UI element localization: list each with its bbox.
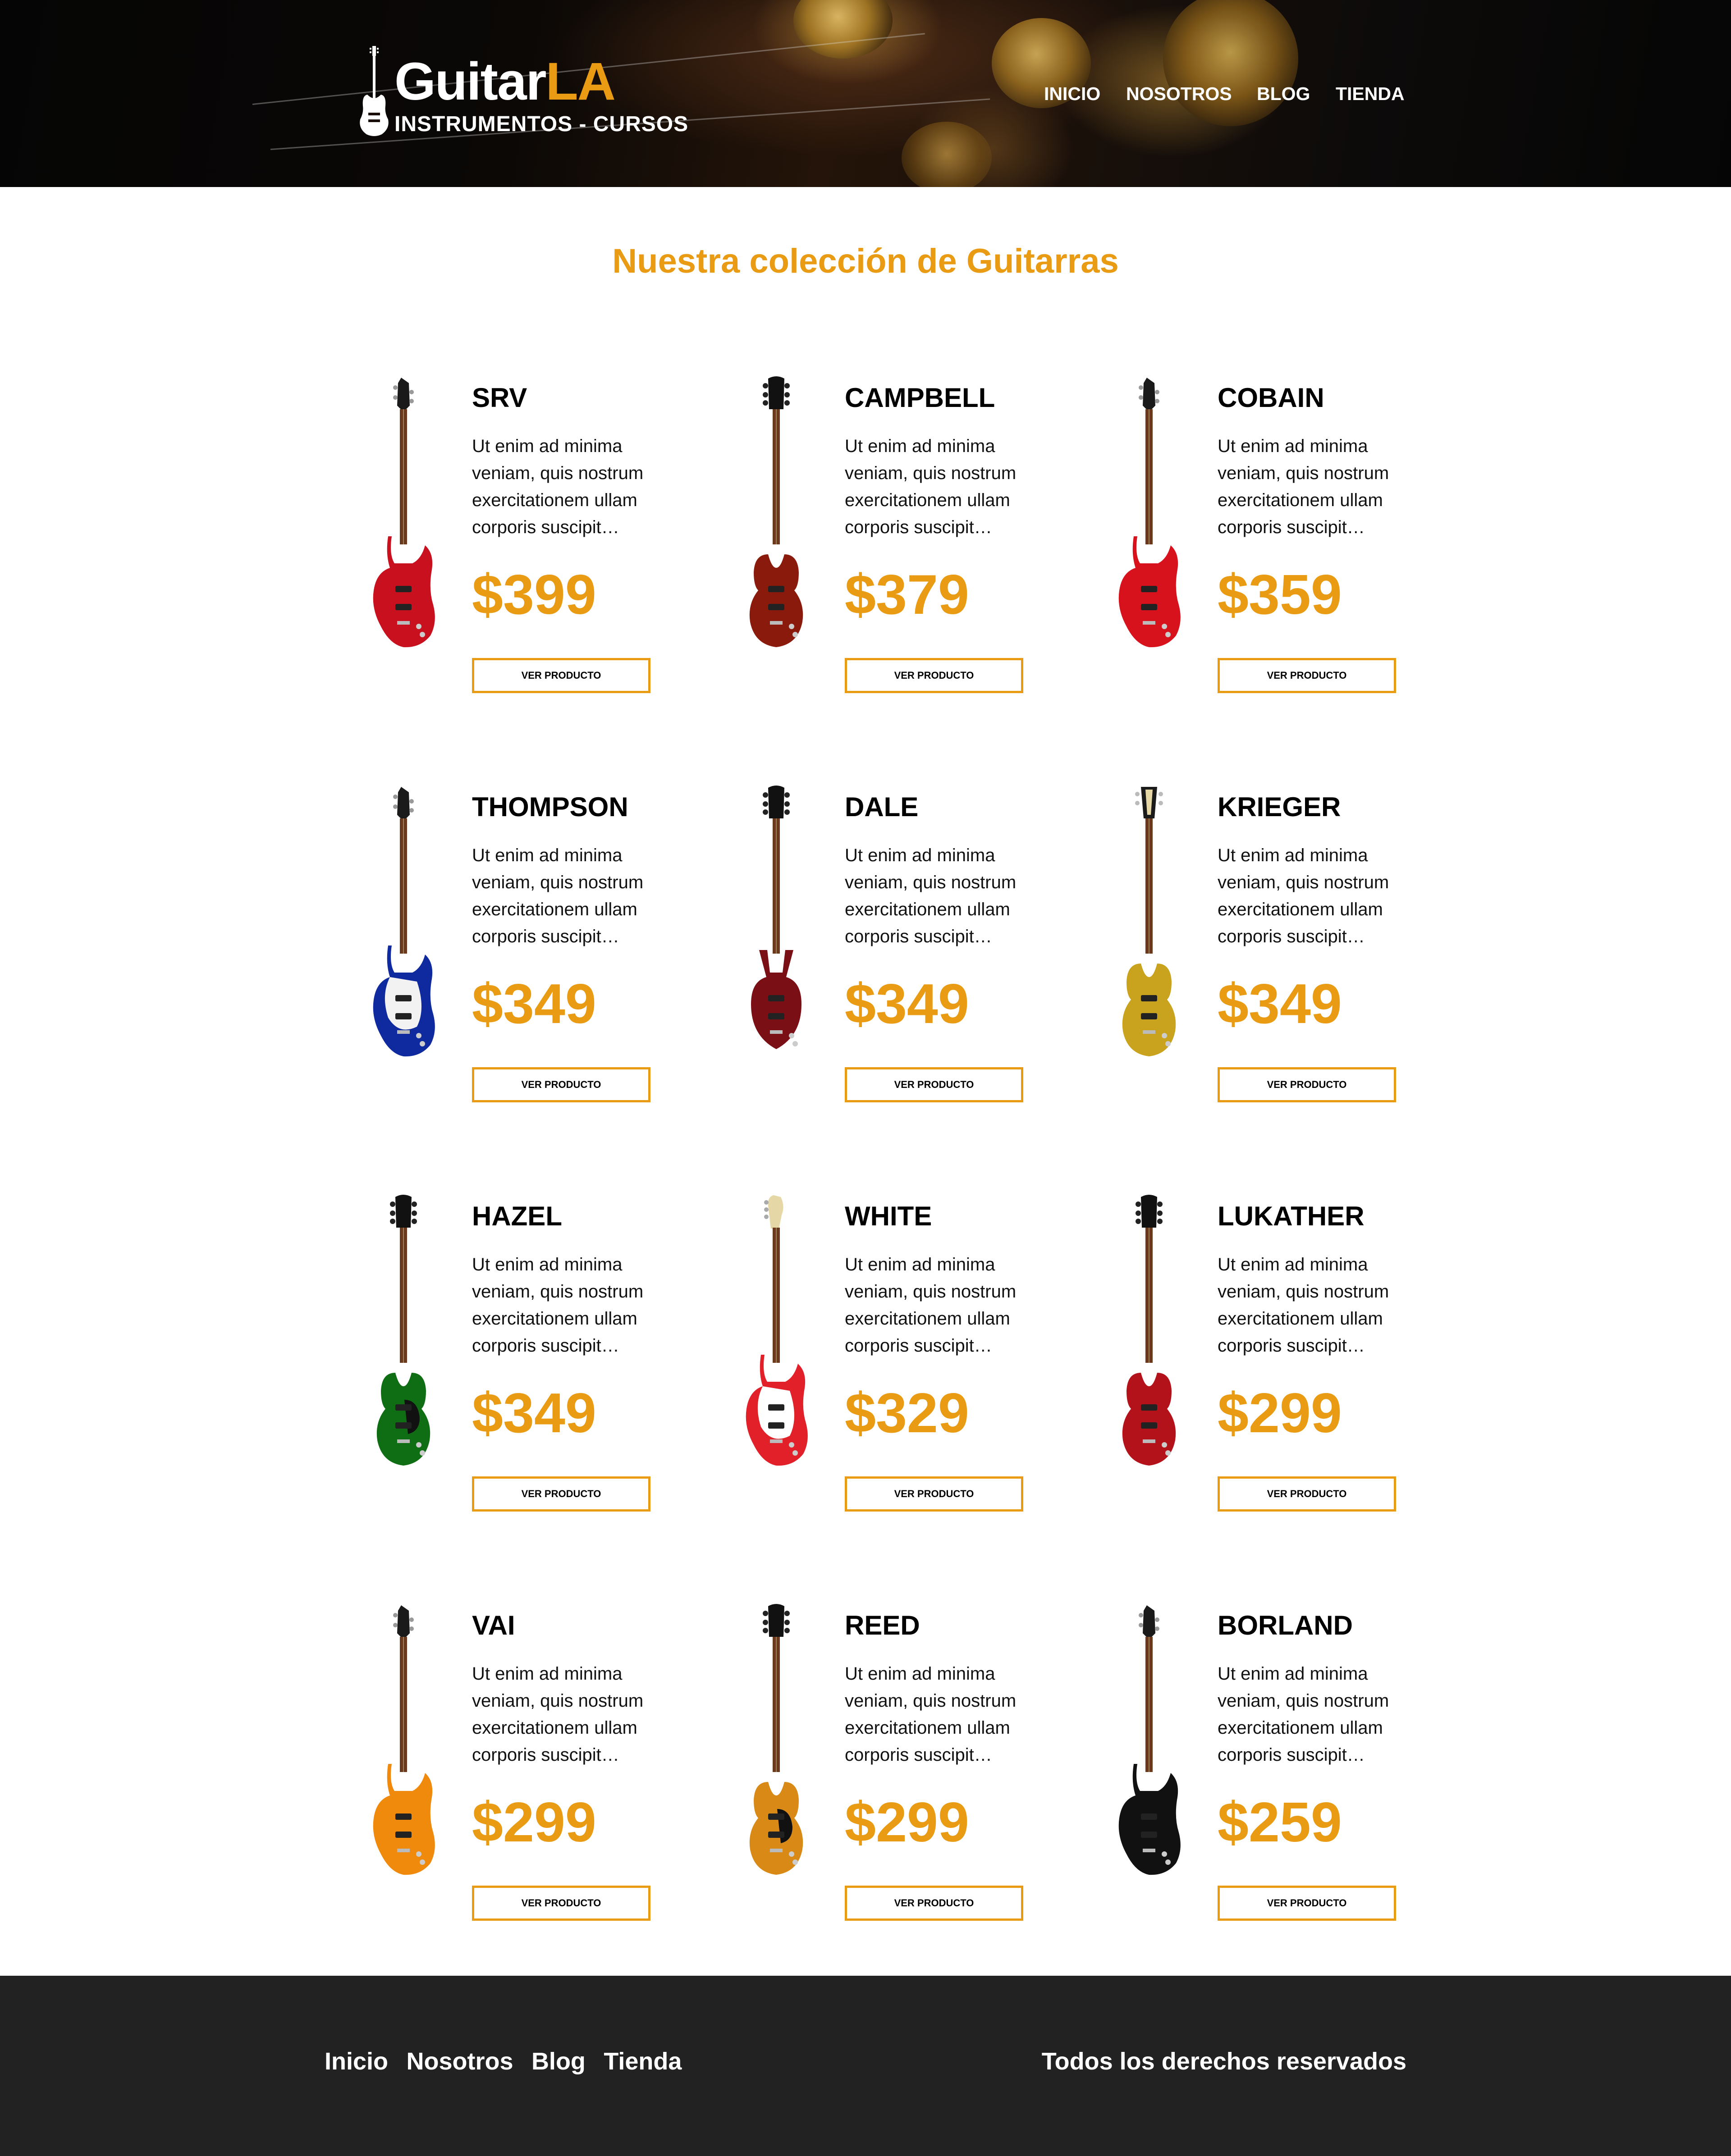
guitar-name: COBAIN <box>1218 383 1324 413</box>
view-product-button[interactable]: VER PRODUCTO <box>472 1886 650 1921</box>
guitar-name: KRIEGER <box>1218 792 1341 822</box>
guitar-name: LUKATHER <box>1218 1201 1365 1231</box>
guitar-price: $349 <box>845 973 969 1035</box>
view-product-button[interactable]: VER PRODUCTO <box>845 1476 1023 1512</box>
footer-link-nosotros[interactable]: Nosotros <box>406 2048 513 2075</box>
guitar-price: $259 <box>1218 1791 1342 1854</box>
guitar-image[interactable] <box>718 374 835 662</box>
copyright-text: Todos los derechos reservados <box>1041 2048 1406 2075</box>
view-product-button[interactable]: VER PRODUCTO <box>472 1067 650 1102</box>
guitar-description: Ut enim ad minima veniam, quis nostrum e… <box>472 845 644 946</box>
guitar-price: $379 <box>845 564 969 626</box>
guitar-card: WHITE Ut enim ad minima veniam, quis nost… <box>718 1192 1087 1535</box>
guitar-grid: SRV Ut enim ad minima veniam, quis nostru… <box>0 0 1731 1976</box>
footer-link-blog[interactable]: Blog <box>531 2048 586 2075</box>
guitar-image[interactable] <box>1090 783 1208 1072</box>
guitar-card: KRIEGER Ut enim ad minima veniam, quis no… <box>1090 783 1460 1126</box>
view-product-button[interactable]: VER PRODUCTO <box>1218 658 1396 693</box>
guitar-name: WHITE <box>845 1201 932 1231</box>
view-product-button[interactable]: VER PRODUCTO <box>1218 1886 1396 1921</box>
guitar-price: $349 <box>472 1382 596 1444</box>
guitar-name: DALE <box>845 792 919 822</box>
guitar-price: $329 <box>845 1382 969 1444</box>
guitar-description: Ut enim ad minima veniam, quis nostrum e… <box>1218 845 1389 946</box>
guitar-description: Ut enim ad minima veniam, quis nostrum e… <box>845 1255 1017 1356</box>
guitar-image[interactable] <box>345 783 462 1072</box>
view-product-button[interactable]: VER PRODUCTO <box>472 658 650 693</box>
guitar-price: $299 <box>1218 1382 1342 1444</box>
guitar-name: REED <box>845 1610 920 1640</box>
guitar-description: Ut enim ad minima veniam, quis nostrum e… <box>1218 1664 1389 1765</box>
guitar-image[interactable] <box>718 783 835 1072</box>
guitar-description: Ut enim ad minima veniam, quis nostrum e… <box>845 436 1017 537</box>
guitar-image[interactable] <box>1090 1602 1208 1890</box>
guitar-description: Ut enim ad minima veniam, quis nostrum e… <box>845 845 1017 946</box>
guitar-card: THOMPSON Ut enim ad minima veniam, quis n… <box>345 783 714 1126</box>
guitar-image[interactable] <box>345 374 462 662</box>
guitar-image[interactable] <box>1090 374 1208 662</box>
view-product-button[interactable]: VER PRODUCTO <box>845 658 1023 693</box>
guitar-image[interactable] <box>345 1192 462 1481</box>
footer-nav: Inicio Nosotros Blog Tienda <box>325 2043 698 2079</box>
guitar-price: $299 <box>472 1791 596 1854</box>
guitar-description: Ut enim ad minima veniam, quis nostrum e… <box>472 436 644 537</box>
guitar-description: Ut enim ad minima veniam, quis nostrum e… <box>1218 1255 1389 1356</box>
guitar-image[interactable] <box>718 1192 835 1481</box>
view-product-button[interactable]: VER PRODUCTO <box>845 1886 1023 1921</box>
view-product-button[interactable]: VER PRODUCTO <box>1218 1476 1396 1512</box>
guitar-card: COBAIN Ut enim ad minima veniam, quis nos… <box>1090 374 1460 717</box>
guitar-price: $359 <box>1218 564 1342 626</box>
guitar-card: HAZEL Ut enim ad minima veniam, quis nost… <box>345 1192 714 1535</box>
footer-link-tienda[interactable]: Tienda <box>604 2048 682 2075</box>
guitar-price: $349 <box>472 973 596 1035</box>
guitar-name: VAI <box>472 1610 515 1640</box>
guitar-card: VAI Ut enim ad minima veniam, quis nostru… <box>345 1602 714 1944</box>
guitar-image[interactable] <box>718 1602 835 1890</box>
guitar-card: CAMPBELL Ut enim ad minima veniam, quis n… <box>718 374 1087 717</box>
guitar-card: LUKATHER Ut enim ad minima veniam, quis n… <box>1090 1192 1460 1535</box>
guitar-price: $349 <box>1218 973 1342 1035</box>
guitar-image[interactable] <box>1090 1192 1208 1481</box>
guitar-name: HAZEL <box>472 1201 562 1231</box>
guitar-name: SRV <box>472 383 527 413</box>
guitar-card: BORLAND Ut enim ad minima veniam, quis no… <box>1090 1602 1460 1944</box>
footer-link-inicio[interactable]: Inicio <box>325 2048 388 2075</box>
guitar-name: CAMPBELL <box>845 383 995 413</box>
guitar-name: THOMPSON <box>472 792 628 822</box>
view-product-button[interactable]: VER PRODUCTO <box>845 1067 1023 1102</box>
guitar-card: REED Ut enim ad minima veniam, quis nostr… <box>718 1602 1087 1944</box>
view-product-button[interactable]: VER PRODUCTO <box>472 1476 650 1512</box>
guitar-name: BORLAND <box>1218 1610 1353 1640</box>
guitar-card: DALE Ut enim ad minima veniam, quis nostr… <box>718 783 1087 1126</box>
guitar-description: Ut enim ad minima veniam, quis nostrum e… <box>1218 436 1389 537</box>
guitar-image[interactable] <box>345 1602 462 1890</box>
guitar-description: Ut enim ad minima veniam, quis nostrum e… <box>472 1664 644 1765</box>
guitar-price: $299 <box>845 1791 969 1854</box>
view-product-button[interactable]: VER PRODUCTO <box>1218 1067 1396 1102</box>
guitar-description: Ut enim ad minima veniam, quis nostrum e… <box>845 1664 1017 1765</box>
guitar-description: Ut enim ad minima veniam, quis nostrum e… <box>472 1255 644 1356</box>
guitar-price: $399 <box>472 564 596 626</box>
site-footer: Inicio Nosotros Blog Tienda Todos los de… <box>0 1976 1731 2156</box>
guitar-card: SRV Ut enim ad minima veniam, quis nostru… <box>345 374 714 717</box>
